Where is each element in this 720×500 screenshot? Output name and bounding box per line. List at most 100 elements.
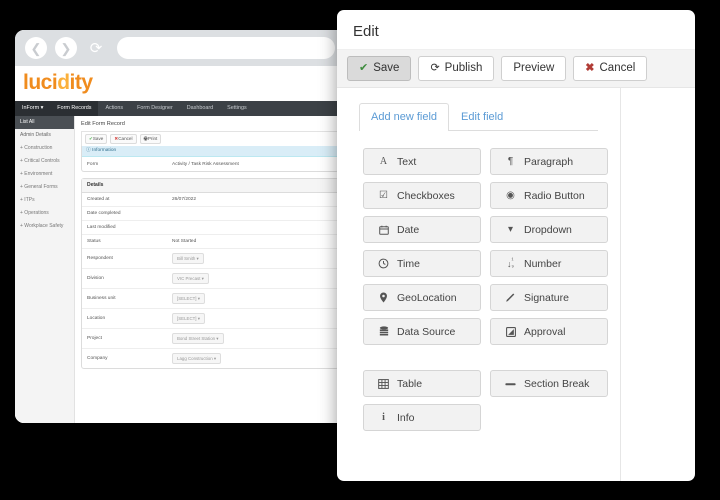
field-button-label: Section Break — [524, 377, 590, 390]
field-button-approval[interactable]: Approval — [490, 318, 608, 346]
preview-button[interactable]: Preview — [501, 56, 567, 82]
row-label: Respondent — [87, 256, 113, 262]
edit-form-modal: Edit ✔ Save ⟳ Publish Preview ✖ Cancel A… — [337, 10, 695, 481]
modal-left-pane: Add new field Edit field A Text ¶ Paragr… — [337, 88, 620, 481]
project-select[interactable]: Bond Street Station ▾ — [172, 333, 224, 345]
sidebar-item-critical-controls[interactable]: + Critical Controls — [15, 155, 74, 168]
logo-text-1: luci — [23, 71, 58, 94]
cross-icon: ✖ — [585, 62, 595, 75]
modal-body: Add new field Edit field A Text ¶ Paragr… — [337, 88, 695, 481]
field-button-label: Info — [397, 411, 415, 424]
field-button-text[interactable]: A Text — [363, 148, 481, 176]
minus-icon — [505, 381, 516, 387]
business-unit-select[interactable]: [SELECT] ▾ — [172, 293, 205, 305]
back-icon[interactable]: ❮ — [25, 37, 47, 59]
table-row: Created at 26/07/2022 — [82, 193, 338, 208]
nav-item-inform[interactable]: InForm ▾ — [15, 101, 51, 116]
field-button-dropdown[interactable]: ▾ Dropdown — [490, 216, 608, 244]
field-button-number[interactable]: ↓ ¹ ₉ Number — [490, 250, 608, 278]
information-panel-title: Information — [92, 147, 117, 153]
field-button-data-source[interactable]: Data Source — [363, 318, 481, 346]
row-label: Form — [87, 161, 99, 167]
info-icon: i — [382, 412, 385, 424]
app-header: lucidity — [15, 66, 345, 101]
respondent-select[interactable]: Bill Smith ▾ — [172, 253, 204, 265]
url-input[interactable] — [117, 37, 335, 59]
company-select[interactable]: Lagg Construction ▾ — [172, 353, 222, 365]
information-panel: ⓘ Information Form Activity / Task Risk … — [81, 145, 339, 173]
sidebar-item-general-forms[interactable]: + General Forms — [15, 181, 74, 194]
field-button-label: Dropdown — [524, 223, 572, 236]
field-button-section-break[interactable]: Section Break — [490, 370, 608, 398]
row-value: Not Started — [172, 239, 197, 245]
logo-text-2: d — [57, 71, 70, 94]
sidebar-item-list-all[interactable]: List All — [15, 116, 74, 129]
field-button-label: Approval — [524, 325, 566, 338]
record-save-label: Save — [92, 135, 104, 141]
row-label: Division — [87, 276, 104, 282]
sidebar-item-construction[interactable]: + Construction — [15, 142, 74, 155]
tab-edit-field[interactable]: Edit field — [449, 103, 515, 131]
field-button-table[interactable]: Table — [363, 370, 481, 398]
radio-button-icon: ◉ — [506, 190, 515, 202]
sidebar-item-operations[interactable]: + Operations — [15, 207, 74, 220]
field-button-label: Paragraph — [524, 155, 574, 168]
nav-item-form-records[interactable]: Form Records — [50, 101, 99, 116]
row-label: Project — [87, 336, 102, 342]
nav-item-dashboard[interactable]: Dashboard — [180, 101, 220, 116]
field-button-label: Signature — [524, 291, 569, 304]
table-row: Division VIC Precast ▾ — [82, 269, 338, 290]
reload-icon[interactable]: ⟳ — [85, 37, 107, 59]
app-sidebar: List All Admin Details + Construction + … — [15, 116, 75, 423]
field-button-info[interactable]: i Info — [363, 404, 481, 432]
logo-text-3: ity — [69, 71, 94, 94]
field-button-label: Radio Button — [524, 189, 585, 202]
field-button-geolocation[interactable]: GeoLocation — [363, 284, 481, 312]
record-print-button[interactable]: 🖶Print — [139, 134, 162, 144]
nav-item-form-designer[interactable]: Form Designer — [130, 101, 180, 116]
sidebar-item-admin-details[interactable]: Admin Details — [15, 129, 74, 142]
browser-toolbar: ❮ ❯ ⟳ — [15, 30, 345, 66]
field-button-radio-button[interactable]: ◉ Radio Button — [490, 182, 608, 210]
field-button-paragraph[interactable]: ¶ Paragraph — [490, 148, 608, 176]
forward-icon[interactable]: ❯ — [55, 37, 77, 59]
row-label: Status — [87, 239, 101, 245]
publish-button[interactable]: ⟳ Publish — [418, 56, 495, 82]
nav-item-settings[interactable]: Settings — [220, 101, 253, 116]
field-button-time[interactable]: Time — [363, 250, 481, 278]
page-title: Edit Form Record — [81, 121, 125, 127]
map-pin-icon — [378, 292, 389, 303]
row-label: Business unit — [87, 296, 116, 302]
field-button-label: GeoLocation — [397, 291, 457, 304]
modal-right-pane — [620, 88, 695, 481]
table-icon — [378, 378, 389, 389]
save-button[interactable]: ✔ Save — [347, 56, 412, 82]
sidebar-item-environment[interactable]: + Environment — [15, 168, 74, 181]
record-print-label: Print — [147, 135, 158, 141]
row-label: Company — [87, 356, 108, 362]
sidebar-item-workplace-safety[interactable]: + Workplace Safety — [15, 220, 74, 233]
table-row: Location [SELECT] ▾ — [82, 309, 338, 330]
field-button-label: Date — [397, 223, 420, 236]
division-select[interactable]: VIC Precast ▾ — [172, 273, 209, 285]
row-label: Date completed — [87, 211, 121, 217]
approval-icon — [505, 326, 516, 337]
info-icon: ⓘ — [86, 147, 91, 153]
tab-add-new-field[interactable]: Add new field — [359, 103, 450, 132]
field-grid-spacer — [363, 352, 608, 363]
record-cancel-button[interactable]: ✖Cancel — [110, 134, 137, 144]
field-button-checkboxes[interactable]: ☑ Checkboxes — [363, 182, 481, 210]
record-save-button[interactable]: ✔Save — [85, 134, 108, 144]
row-label: Created at — [87, 197, 110, 203]
cancel-button[interactable]: ✖ Cancel — [573, 56, 648, 82]
modal-toolbar: ✔ Save ⟳ Publish Preview ✖ Cancel — [337, 49, 695, 89]
location-select[interactable]: [SELECT] ▾ — [172, 313, 205, 325]
field-button-signature[interactable]: Signature — [490, 284, 608, 312]
browser-window: ❮ ❯ ⟳ lucidity InForm ▾ Form Records Act… — [15, 30, 345, 423]
nav-item-actions[interactable]: Actions — [98, 101, 130, 116]
sidebar-item-itps[interactable]: + ITPs — [15, 194, 74, 207]
field-button-label: Number — [524, 257, 562, 270]
table-row: Company Lagg Construction ▾ — [82, 349, 338, 368]
save-button-label: Save — [373, 62, 400, 74]
field-button-date[interactable]: Date — [363, 216, 481, 244]
